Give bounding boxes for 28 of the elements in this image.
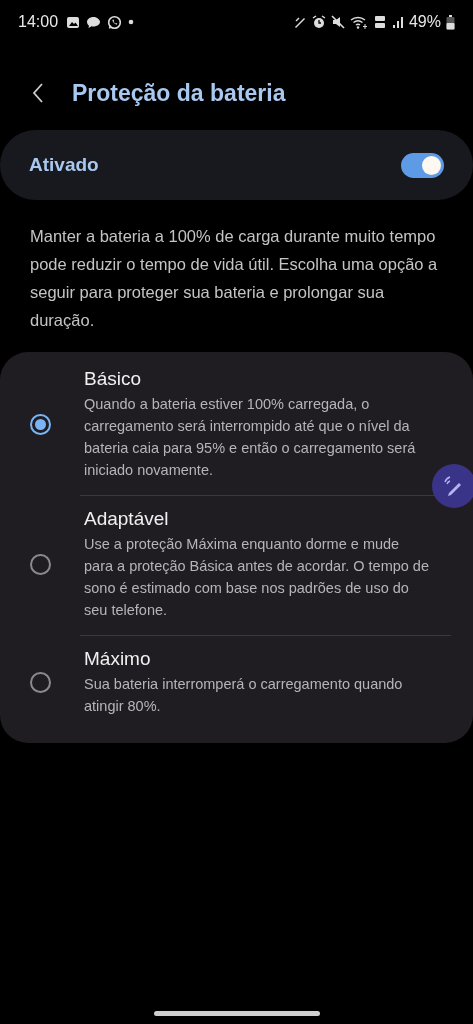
option-description: Use a proteção Máxima enquanto dorme e mude para a proteção Básica antes de acordar. O tempo de sono é estimado com base nos padrões de uso do seu telefone. — [84, 535, 430, 620]
page-title: Proteção da bateria — [72, 79, 286, 107]
back-icon — [32, 82, 44, 104]
signal-icon — [391, 15, 404, 29]
wifi-icon — [349, 15, 368, 29]
battery-icon — [446, 14, 455, 30]
toggle-switch[interactable] — [401, 152, 444, 178]
alarm-icon — [311, 15, 326, 29]
option-title: Adaptável — [84, 508, 170, 530]
option-title: Máximo — [84, 648, 152, 670]
mute-icon — [330, 15, 345, 29]
option-row[interactable]: Adaptável Use a proteção Máxima enquanto dorme e mude para a proteção Básica antes de acordar. O tempo de sono é estimado com base nos padrões de uso do seu telefone. — [0, 496, 473, 635]
gallery-icon — [66, 15, 81, 29]
clock: 14:00 — [18, 13, 59, 31]
description-text: Manter a bateria a 100% de carga durante muito tempo pode reduzir o tempo de vida útil. Escolha uma opção a seguir para proteger sua bateria e prolongar sua duração. — [30, 226, 439, 331]
radio-button[interactable] — [30, 414, 51, 435]
chat-icon — [86, 15, 102, 29]
option-description: Quando a bateria estiver 100% carregada, o carregamento será interrompido até que o nível da bateria caia para 95% e então o carregamento será iniciado novamente. — [84, 395, 417, 480]
battery-percentage: 49% — [408, 13, 441, 31]
switch-label: Ativado — [29, 154, 99, 176]
option-description: Sua bateria interromperá o carregamento quando atingir 80%. — [84, 675, 404, 716]
option-row[interactable]: Máximo Sua bateria interromperá o carregamento quando atingir 80%. — [0, 636, 473, 731]
option-title: Básico — [84, 368, 143, 390]
option-row[interactable]: Básico Quando a bateria estiver 100% carregada, o carregamento será interrompido até que o nível da bateria caia para 95% e então o carregamento será iniciado novamente. — [0, 356, 473, 495]
radio-button[interactable] — [30, 672, 51, 693]
dot-icon — [128, 19, 135, 25]
radio-button[interactable] — [30, 554, 51, 575]
phone-bubble-icon — [107, 14, 123, 30]
